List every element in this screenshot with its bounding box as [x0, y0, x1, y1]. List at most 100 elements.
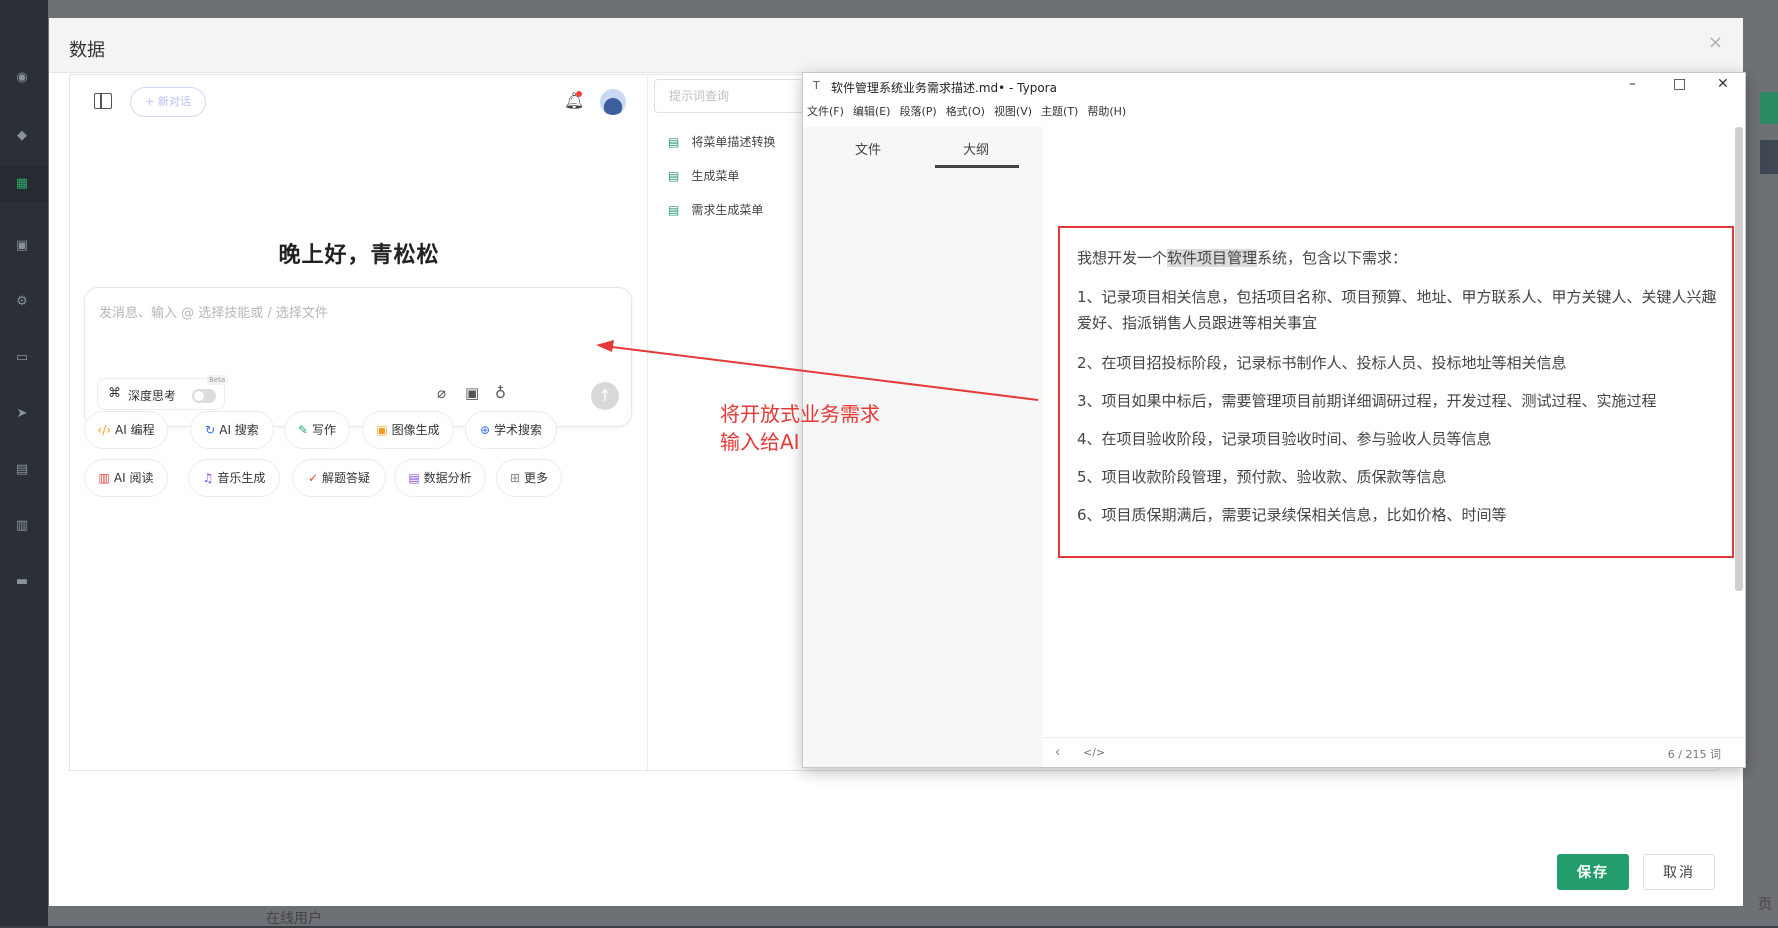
avatar[interactable]	[600, 89, 626, 115]
tab-outline[interactable]: 大纲	[963, 139, 989, 158]
app-sidebar: ◉ ◆ ▦ ▣ ⚙ ▭ ➤ ▤ ▥ ▬	[0, 0, 48, 926]
skill-icon: ⊕	[479, 423, 491, 437]
skill-chip-label: AI 搜索	[219, 423, 259, 437]
skill-chip[interactable]: ⊞ 更多	[496, 459, 562, 497]
menu-file[interactable]: 文件(F)	[807, 103, 844, 119]
greeting-title: 晚上好，青松松	[278, 243, 440, 268]
copy-icon: ▤	[668, 203, 680, 217]
new-chat-button[interactable]: + 新对话	[130, 87, 206, 117]
sidebar-icon[interactable]: ◆	[14, 128, 30, 144]
word-count: 6 / 215 词	[1667, 748, 1721, 761]
active-tab-indicator	[935, 165, 1019, 168]
modal-header: 数据 ×	[49, 18, 1743, 73]
deep-think-toggle[interactable]: ⌘ 深度思考 Beta	[97, 375, 229, 410]
grid-icon[interactable]: ▦	[14, 176, 30, 192]
highlight-box	[1058, 226, 1734, 558]
menu-theme[interactable]: 主题(T)	[1041, 103, 1078, 119]
menu-view[interactable]: 视图(V)	[994, 103, 1032, 119]
skill-chip[interactable]: ▤ 数据分析	[394, 459, 486, 497]
close-icon[interactable]: ×	[1708, 32, 1723, 53]
skill-icon: ▤	[408, 471, 420, 485]
skill-icon: ✓	[307, 471, 319, 485]
history-item-label: 将菜单描述转换	[691, 135, 776, 149]
skill-icon: ✎	[297, 423, 309, 437]
annotation-text: 将开放式业务需求 输入给AI	[720, 400, 880, 456]
skill-chip[interactable]: ✓ 解题答疑	[292, 459, 386, 497]
skill-icon: ♫	[202, 471, 214, 485]
skill-chip[interactable]: ♫ 音乐生成	[188, 459, 280, 497]
screenshot-icon[interactable]: ▣	[465, 384, 479, 402]
notification-dot	[576, 91, 582, 97]
message-input[interactable]	[99, 306, 619, 321]
calendar-icon[interactable]: ▤	[14, 462, 30, 478]
skill-chip[interactable]: ‹/› AI 编程	[84, 411, 168, 449]
skill-chip[interactable]: ▣ 图像生成	[362, 411, 454, 449]
skill-icon: ▣	[376, 423, 388, 437]
skill-chip-label: 音乐生成	[217, 471, 266, 485]
attachment-icon[interactable]: ⌀	[437, 384, 446, 402]
typora-menubar: 文件(F) 编辑(E) 段落(P) 格式(O) 视图(V) 主题(T) 帮助(H)	[807, 103, 1135, 123]
skill-chip-label: 解题答疑	[322, 471, 371, 485]
skill-icon: ▥	[98, 471, 110, 485]
storage-icon[interactable]: ▬	[14, 574, 30, 590]
skill-chip-label: 更多	[524, 471, 549, 485]
skill-chip[interactable]: ↻ AI 搜索	[190, 411, 274, 449]
log-icon[interactable]: ▥	[14, 518, 30, 534]
tab-files[interactable]: 文件	[855, 139, 881, 158]
skill-chip-label: AI 阅读	[113, 471, 154, 485]
source-code-icon[interactable]: </>	[1083, 746, 1105, 759]
maximize-icon[interactable]: □	[1673, 76, 1686, 92]
deep-think-switch[interactable]	[192, 389, 216, 403]
history-item-label: 需求生成菜单	[691, 203, 764, 217]
menu-edit[interactable]: 编辑(E)	[853, 103, 891, 119]
sidebar-toggle-icon[interactable]	[94, 93, 112, 109]
menu-help[interactable]: 帮助(H)	[1087, 103, 1126, 119]
background-button-edge	[1760, 92, 1778, 124]
prompt-search-input[interactable]	[654, 79, 804, 113]
skill-chip-label: 学术搜索	[494, 423, 543, 437]
pagination-text: 页	[1758, 897, 1772, 913]
menu-format[interactable]: 格式(O)	[946, 103, 985, 119]
chevron-left-icon[interactable]: ‹	[1055, 745, 1060, 760]
ai-chat-panel: + 新对话 🔔︎ 晚上好，青松松 ⌘ 深度思考 Beta ⌀ ▣ ♁ ↑ ‹/›…	[70, 75, 648, 770]
history-item[interactable]: ▤ 将菜单描述转换	[668, 133, 808, 150]
online-users-label: 在线用户	[266, 911, 322, 927]
deep-think-icon: ⌘	[108, 386, 121, 401]
copy-icon: ▤	[668, 135, 680, 149]
menu-paragraph[interactable]: 段落(P)	[899, 103, 936, 119]
annotation-line: 输入给AI	[720, 430, 800, 454]
skill-chip-label: AI 编程	[115, 423, 155, 437]
typora-statusbar: ‹ </> 6 / 215 词	[1043, 737, 1745, 767]
history-item[interactable]: ▤ 需求生成菜单	[668, 201, 808, 218]
skill-chip[interactable]: ⊕ 学术搜索	[465, 411, 557, 449]
gear-icon[interactable]: ⚙	[14, 294, 30, 310]
skill-icon: ⊞	[509, 471, 521, 485]
dashboard-icon[interactable]: ◉	[14, 70, 30, 86]
modal-title: 数据	[69, 40, 105, 61]
deep-think-label: 深度思考	[128, 389, 177, 403]
cancel-button[interactable]: 取消	[1643, 854, 1715, 890]
background-panel-edge	[1760, 140, 1778, 174]
send-icon[interactable]: ➤	[14, 406, 30, 422]
beta-badge: Beta	[206, 375, 229, 385]
typora-titlebar: T 软件管理系统业务需求描述.md• - Typora – □ ✕	[803, 73, 1745, 99]
skill-chip-label: 图像生成	[391, 423, 440, 437]
typora-window-title: 软件管理系统业务需求描述.md• - Typora	[831, 81, 1057, 95]
send-button[interactable]: ↑	[591, 382, 619, 410]
microphone-icon[interactable]: ♁	[495, 384, 506, 402]
monitor-icon[interactable]: ▭	[14, 350, 30, 366]
skill-icon: ‹/›	[97, 423, 112, 437]
annotation-line: 将开放式业务需求	[720, 402, 880, 426]
editor-scrollbar[interactable]	[1735, 127, 1743, 591]
typora-logo-icon: T	[813, 79, 820, 92]
doc-icon[interactable]: ▣	[14, 238, 30, 254]
save-button[interactable]: 保存	[1557, 854, 1629, 890]
skill-chip-label: 写作	[312, 423, 337, 437]
history-item[interactable]: ▤ 生成菜单	[668, 167, 808, 184]
history-item-label: 生成菜单	[691, 169, 740, 183]
minimize-icon[interactable]: –	[1629, 76, 1636, 92]
skill-chip[interactable]: ▥ AI 阅读	[84, 459, 168, 497]
window-close-icon[interactable]: ✕	[1717, 76, 1729, 92]
skill-chip[interactable]: ✎ 写作	[284, 411, 350, 449]
copy-icon: ▤	[668, 169, 680, 183]
